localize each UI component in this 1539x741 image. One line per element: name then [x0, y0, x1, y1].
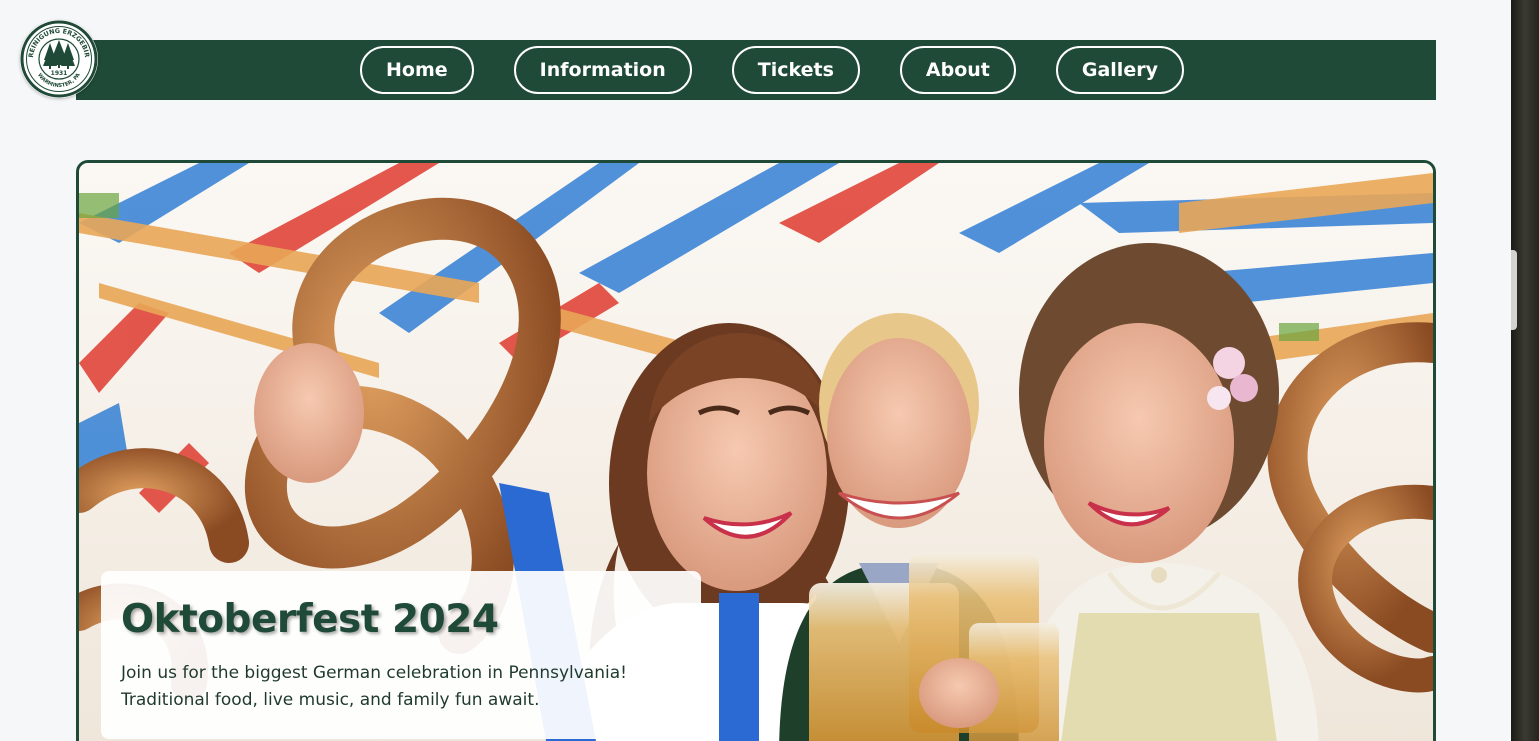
club-logo[interactable]: VEREINIGUNG ERZGEBIRGE WARMINSTER, PA 19… [20, 20, 98, 98]
hero-banner: Oktoberfest 2024 Join us for the biggest… [76, 160, 1436, 741]
logo-year: 1931 [51, 70, 68, 77]
background-window-edge [1511, 0, 1539, 741]
nav-home-button[interactable]: Home [360, 46, 474, 94]
hero-title: Oktoberfest 2024 [121, 597, 499, 642]
nav-about-button[interactable]: About [899, 46, 1016, 94]
main-navigation: Home Information Tickets About Gallery [76, 40, 1436, 100]
club-logo-icon: VEREINIGUNG ERZGEBIRGE WARMINSTER, PA 19… [20, 20, 98, 98]
nav-gallery-button[interactable]: Gallery [1055, 46, 1184, 94]
nav-information-button[interactable]: Information [513, 46, 692, 94]
nav-list: Home Information Tickets About Gallery [360, 46, 1184, 94]
hero-caption-card: Oktoberfest 2024 Join us for the biggest… [101, 571, 701, 739]
hero-description-line1: Join us for the biggest German celebrati… [121, 663, 627, 683]
nav-tickets-button[interactable]: Tickets [731, 46, 860, 94]
page: VEREINIGUNG ERZGEBIRGE WARMINSTER, PA 19… [0, 0, 1511, 741]
hero-description-line2: Traditional food, live music, and family… [121, 690, 540, 710]
side-tab [1511, 250, 1517, 330]
